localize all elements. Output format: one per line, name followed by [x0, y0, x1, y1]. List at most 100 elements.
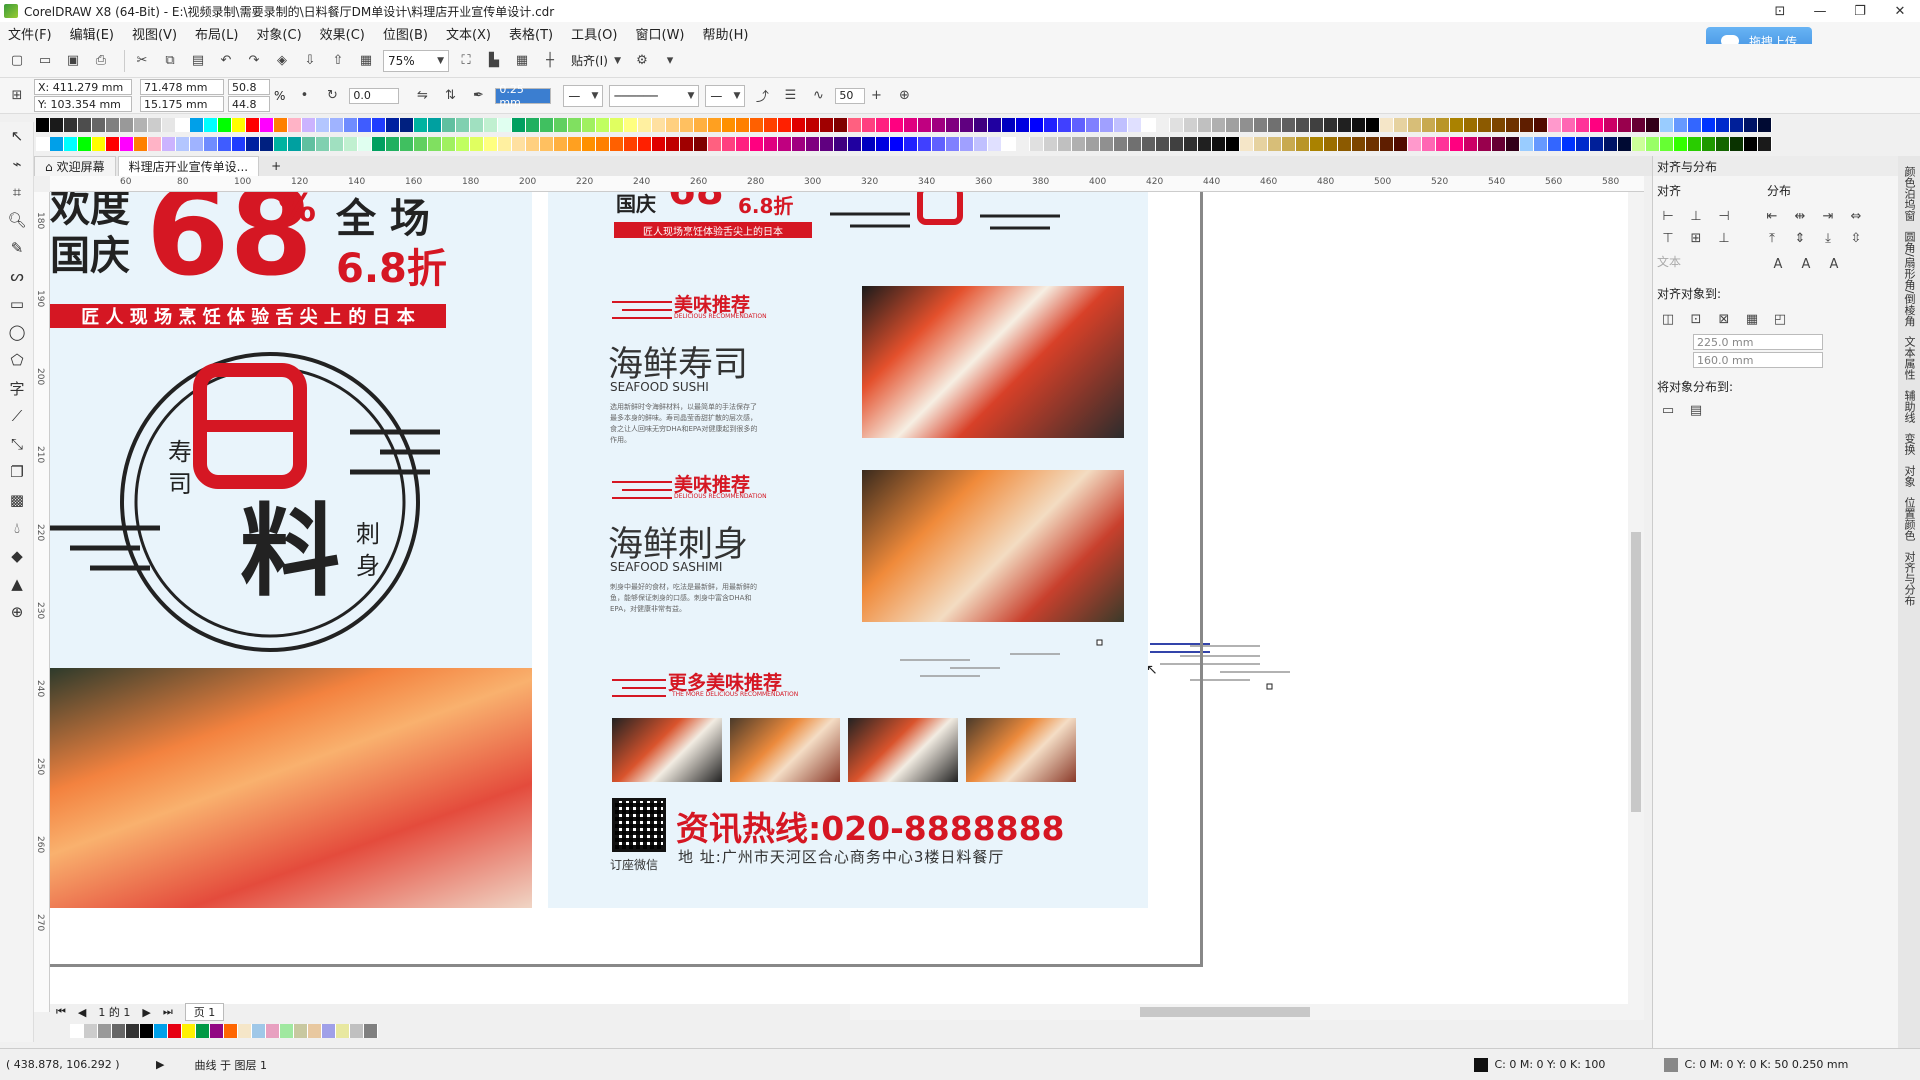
- color-swatch[interactable]: [750, 118, 764, 132]
- height-field[interactable]: 15.175 mm: [140, 96, 224, 112]
- start-arrow-dropdown[interactable]: — ▼: [563, 84, 604, 107]
- distribute-to-page-icon[interactable]: ▤: [1685, 399, 1707, 421]
- prev-page-icon[interactable]: ◀: [78, 1006, 86, 1019]
- color-swatch[interactable]: [106, 118, 120, 132]
- color-swatch[interactable]: [582, 118, 596, 132]
- docker-tab-position-color[interactable]: 位置颜色: [1901, 497, 1917, 541]
- menu-view[interactable]: 视图(V): [132, 24, 177, 43]
- color-swatch[interactable]: [1380, 118, 1394, 132]
- cut-icon[interactable]: ✂: [131, 50, 153, 72]
- artistic-media-icon[interactable]: ᔕ: [0, 262, 34, 290]
- color-swatch[interactable]: [456, 137, 470, 151]
- color-palette-row-1[interactable]: [36, 118, 1786, 132]
- color-swatch[interactable]: [266, 1024, 280, 1038]
- color-swatch[interactable]: [358, 137, 372, 151]
- color-swatch[interactable]: [70, 1024, 84, 1038]
- color-swatch[interactable]: [1324, 118, 1338, 132]
- print-icon[interactable]: ⎙: [90, 50, 112, 72]
- color-swatch[interactable]: [820, 118, 834, 132]
- color-swatch[interactable]: [778, 118, 792, 132]
- color-swatch[interactable]: [1156, 118, 1170, 132]
- menu-bitmap[interactable]: 位图(B): [383, 24, 428, 43]
- menu-file[interactable]: 文件(F): [8, 24, 52, 43]
- color-swatch[interactable]: [1660, 118, 1674, 132]
- color-swatch[interactable]: [1492, 118, 1506, 132]
- ellipse-tool-icon[interactable]: ◯: [0, 318, 34, 346]
- align-center-h-icon[interactable]: ⊥: [1685, 205, 1707, 227]
- close-button[interactable]: ✕: [1880, 0, 1920, 22]
- color-swatch[interactable]: [1744, 118, 1758, 132]
- color-swatch[interactable]: [302, 118, 316, 132]
- color-swatch[interactable]: [778, 137, 792, 151]
- align-to-page-center-icon[interactable]: ⊠: [1713, 308, 1735, 330]
- color-swatch[interactable]: [1394, 137, 1408, 151]
- color-swatch[interactable]: [154, 1024, 168, 1038]
- text-baseline-icon[interactable]: A: [1767, 253, 1789, 275]
- color-swatch[interactable]: [1450, 118, 1464, 132]
- vertical-scrollbar[interactable]: [1628, 192, 1644, 1004]
- color-swatch[interactable]: [1198, 137, 1212, 151]
- color-swatch[interactable]: [78, 118, 92, 132]
- color-swatch[interactable]: [106, 137, 120, 151]
- distribute-v-spacing-icon[interactable]: ⇳: [1845, 227, 1867, 249]
- color-swatch[interactable]: [1534, 137, 1548, 151]
- docker-tab-objects[interactable]: 对象: [1901, 465, 1917, 487]
- color-swatch[interactable]: [1072, 118, 1086, 132]
- distribute-right-icon[interactable]: ⇥: [1817, 205, 1839, 227]
- color-swatch[interactable]: [1464, 118, 1478, 132]
- horizontal-scrollbar[interactable]: [850, 1004, 1644, 1020]
- wrap-text-icon[interactable]: ☰: [779, 85, 801, 107]
- color-swatch[interactable]: [862, 137, 876, 151]
- color-swatch[interactable]: [182, 1024, 196, 1038]
- color-swatch[interactable]: [1212, 137, 1226, 151]
- object-origin-icon[interactable]: ⊞: [6, 85, 28, 107]
- color-swatch[interactable]: [372, 118, 386, 132]
- color-swatch[interactable]: [1618, 118, 1632, 132]
- color-swatch[interactable]: [288, 118, 302, 132]
- menu-layout[interactable]: 布局(L): [195, 24, 238, 43]
- color-swatch[interactable]: [294, 1024, 308, 1038]
- color-swatch[interactable]: [624, 137, 638, 151]
- color-swatch[interactable]: [1226, 118, 1240, 132]
- color-swatch[interactable]: [120, 137, 134, 151]
- restore-icon[interactable]: ⊡: [1760, 0, 1800, 22]
- align-to-page-edge-icon[interactable]: ⊡: [1685, 308, 1707, 330]
- open-folder-icon[interactable]: ▭: [34, 50, 56, 72]
- color-swatch[interactable]: [1100, 137, 1114, 151]
- color-swatch[interactable]: [1646, 137, 1660, 151]
- color-swatch[interactable]: [792, 118, 806, 132]
- first-page-icon[interactable]: ⏮: [56, 1005, 66, 1019]
- color-swatch[interactable]: [806, 118, 820, 132]
- color-swatch[interactable]: [1184, 118, 1198, 132]
- color-swatch[interactable]: [596, 137, 610, 151]
- color-swatch[interactable]: [610, 137, 624, 151]
- color-swatch[interactable]: [1716, 137, 1730, 151]
- color-swatch[interactable]: [960, 137, 974, 151]
- color-swatch[interactable]: [1730, 118, 1744, 132]
- color-swatch[interactable]: [1744, 137, 1758, 151]
- color-swatch[interactable]: [358, 118, 372, 132]
- color-swatch[interactable]: [1002, 137, 1016, 151]
- color-swatch[interactable]: [134, 118, 148, 132]
- options-gear-icon[interactable]: ⚙: [631, 50, 653, 72]
- tab-document[interactable]: 料理店开业宣传单设...: [117, 156, 260, 176]
- color-swatch[interactable]: [344, 137, 358, 151]
- color-swatch[interactable]: [428, 137, 442, 151]
- menu-edit[interactable]: 编辑(E): [70, 24, 114, 43]
- connector-tool-icon[interactable]: ⤡: [0, 430, 34, 458]
- color-swatch[interactable]: [974, 137, 988, 151]
- color-swatch[interactable]: [862, 118, 876, 132]
- color-swatch[interactable]: [1506, 118, 1520, 132]
- color-swatch[interactable]: [1674, 137, 1688, 151]
- color-swatch[interactable]: [1408, 137, 1422, 151]
- distribute-middle-icon[interactable]: ⇕: [1789, 227, 1811, 249]
- color-swatch[interactable]: [308, 1024, 322, 1038]
- color-swatch[interactable]: [120, 118, 134, 132]
- color-swatch[interactable]: [1002, 118, 1016, 132]
- color-swatch[interactable]: [442, 137, 456, 151]
- color-swatch[interactable]: [1254, 137, 1268, 151]
- color-swatch[interactable]: [344, 118, 358, 132]
- align-y-field[interactable]: 160.0 mm: [1693, 352, 1823, 368]
- page-tab[interactable]: 页 1: [184, 1003, 225, 1021]
- maximize-button[interactable]: ❐: [1840, 0, 1880, 22]
